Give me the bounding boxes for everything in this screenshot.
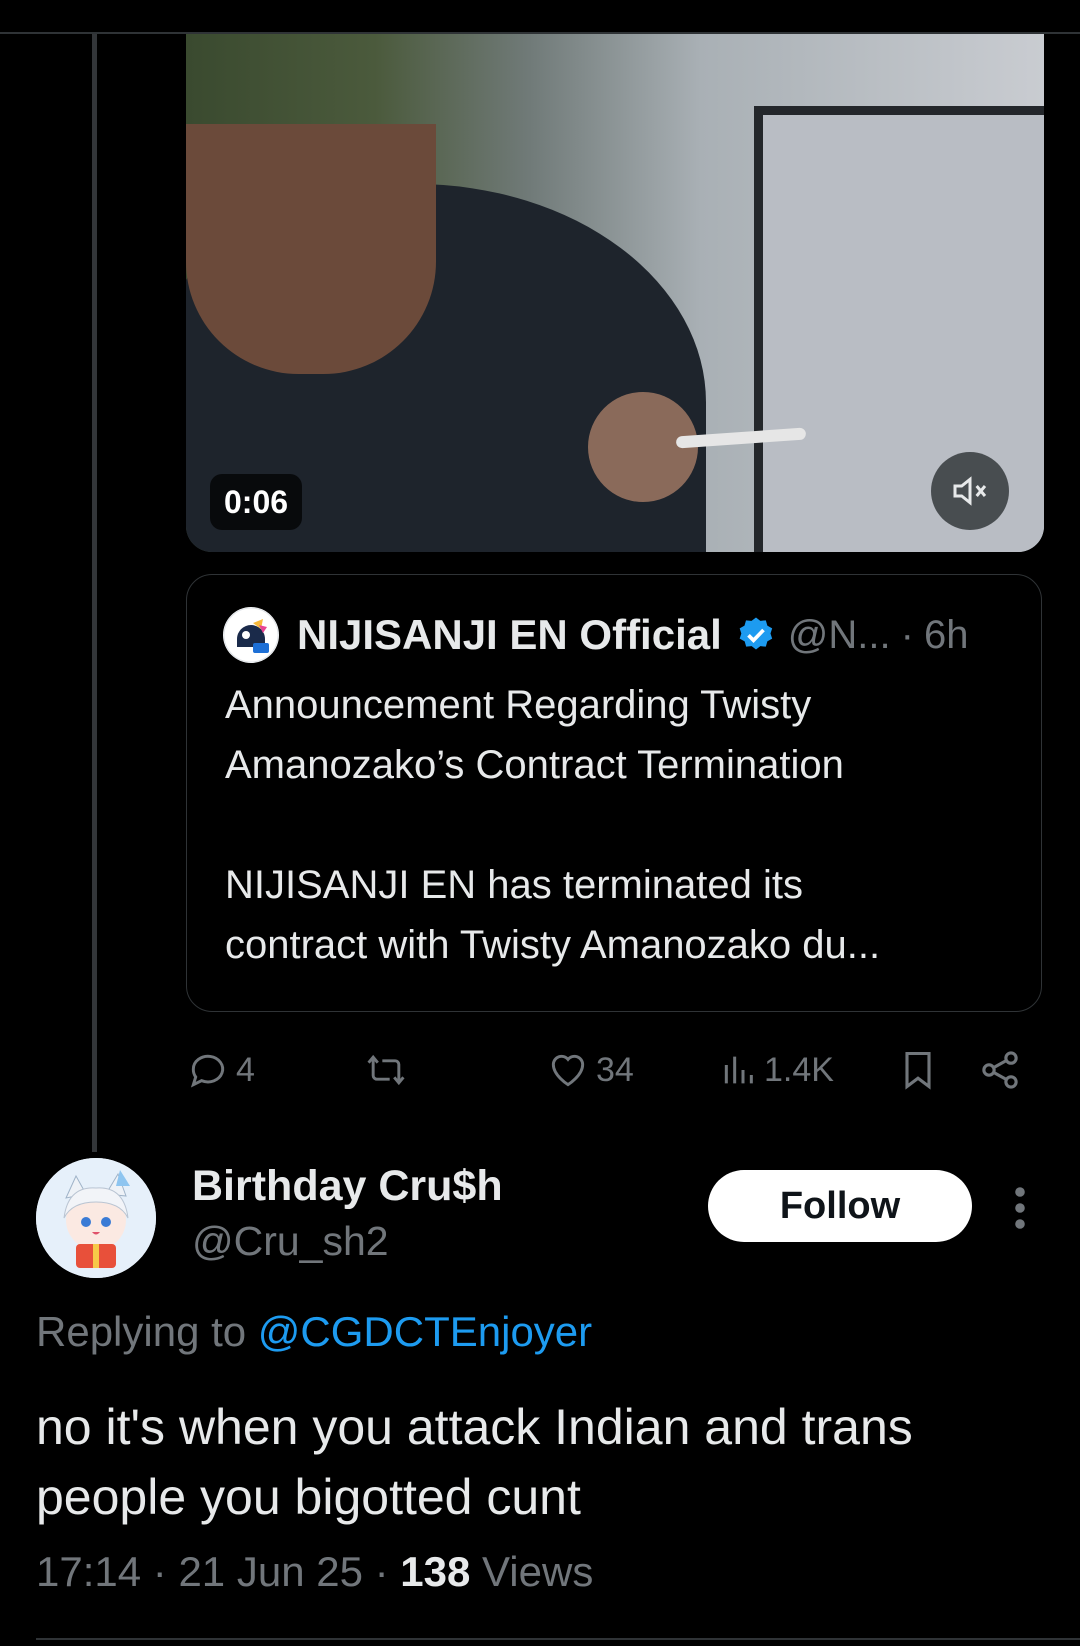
author-avatar[interactable] <box>36 1158 156 1278</box>
author-name[interactable]: Birthday Cru$h <box>192 1162 503 1211</box>
like-icon <box>551 1054 585 1087</box>
separator-dot: · <box>374 1548 389 1595</box>
like-button[interactable]: 34 <box>546 1040 634 1100</box>
mute-button[interactable] <box>931 452 1009 530</box>
quoted-post[interactable]: NIJISANJI EN Official @N... · 6h Announc… <box>186 574 1042 1012</box>
share-button[interactable] <box>978 1040 1022 1100</box>
share-icon <box>982 1051 1018 1089</box>
views-number: 138 <box>400 1548 471 1595</box>
separator-dot: · <box>152 1548 167 1595</box>
quoted-author-handle[interactable]: @N... <box>788 613 891 658</box>
like-count: 34 <box>596 1050 634 1089</box>
quoted-post-body: NIJISANJI EN has terminated its contract… <box>225 855 1025 975</box>
bookmark-icon <box>905 1051 931 1090</box>
views-count: 1.4K <box>764 1050 834 1089</box>
quoted-author-avatar[interactable] <box>223 607 279 663</box>
quoted-post-title: Announcement Regarding Twisty Amanozako’… <box>225 675 1025 795</box>
more-vertical-icon <box>1015 1187 1025 1229</box>
quoted-title-line: Amanozako’s Contract Termination <box>225 743 844 787</box>
quoted-post-header: NIJISANJI EN Official @N... · 6h <box>223 607 968 663</box>
more-options-button[interactable] <box>1000 1180 1040 1236</box>
post-date[interactable]: 21 Jun 25 <box>178 1548 363 1595</box>
quoted-body-line: NIJISANJI EN has terminated its <box>225 863 803 907</box>
bookmark-button[interactable] <box>896 1040 940 1100</box>
post-text: no it's when you attack Indian and trans… <box>36 1392 1056 1532</box>
video-player[interactable]: 0:06 <box>186 34 1044 552</box>
video-person-head <box>186 124 436 374</box>
post-meta: 17:14 · 21 Jun 25 · 138 Views <box>36 1548 593 1596</box>
reply-count: 4 <box>236 1050 255 1089</box>
post-text-line: no it's when you attack Indian and trans <box>36 1399 913 1455</box>
repost-button[interactable] <box>362 1040 416 1100</box>
views-button[interactable]: 1.4K <box>718 1040 834 1100</box>
post-text-line: people you bigotted cunt <box>36 1469 581 1525</box>
verified-badge-icon <box>739 617 772 650</box>
views-icon <box>724 1056 753 1084</box>
post-time[interactable]: 17:14 <box>36 1548 141 1595</box>
post-action-bar: 4 34 1.4K <box>0 1040 1080 1100</box>
reply-icon <box>190 1054 225 1088</box>
quoted-post-time[interactable]: 6h <box>924 613 969 658</box>
replying-to: Replying to @CGDCTEnjoyer <box>36 1308 592 1356</box>
reply-button[interactable]: 4 <box>186 1040 255 1100</box>
quoted-title-line: Announcement Regarding Twisty <box>225 683 812 727</box>
follow-button[interactable]: Follow <box>708 1170 972 1242</box>
bottom-divider <box>36 1638 1080 1640</box>
quoted-author-name[interactable]: NIJISANJI EN Official <box>297 611 722 659</box>
repost-icon <box>367 1054 405 1086</box>
replying-prefix: Replying to <box>36 1308 247 1355</box>
speaker-muted-icon <box>953 476 987 506</box>
video-timestamp: 0:06 <box>210 474 303 530</box>
thread-line <box>92 34 97 1152</box>
views-label: Views <box>482 1548 594 1595</box>
separator-dot: · <box>900 612 914 657</box>
author-handle[interactable]: @Cru_sh2 <box>192 1218 389 1265</box>
quoted-body-line: contract with Twisty Amanozako du... <box>225 923 881 967</box>
replying-to-link[interactable]: @CGDCTEnjoyer <box>258 1308 592 1355</box>
